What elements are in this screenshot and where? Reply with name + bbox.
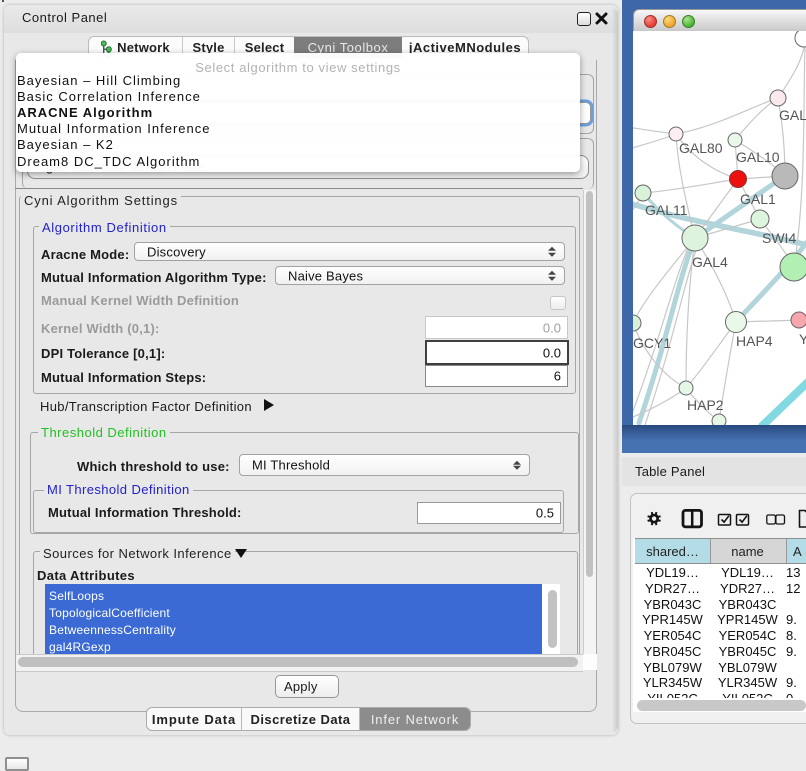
svg-text:GAL11: GAL11: [645, 202, 688, 218]
svg-text:SWI4: SWI4: [762, 230, 796, 246]
svg-text:GCY1: GCY1: [633, 335, 671, 351]
svg-text:GAL7: GAL7: [779, 107, 806, 123]
svg-text:GAL10: GAL10: [736, 149, 780, 165]
svg-text:Y: Y: [799, 331, 806, 347]
svg-text:HAP4: HAP4: [736, 333, 773, 349]
svg-text:HAP2: HAP2: [687, 397, 724, 413]
svg-text:GAL1: GAL1: [740, 191, 776, 207]
svg-text:GAL80: GAL80: [679, 140, 723, 156]
svg-text:GAL4: GAL4: [692, 254, 728, 270]
